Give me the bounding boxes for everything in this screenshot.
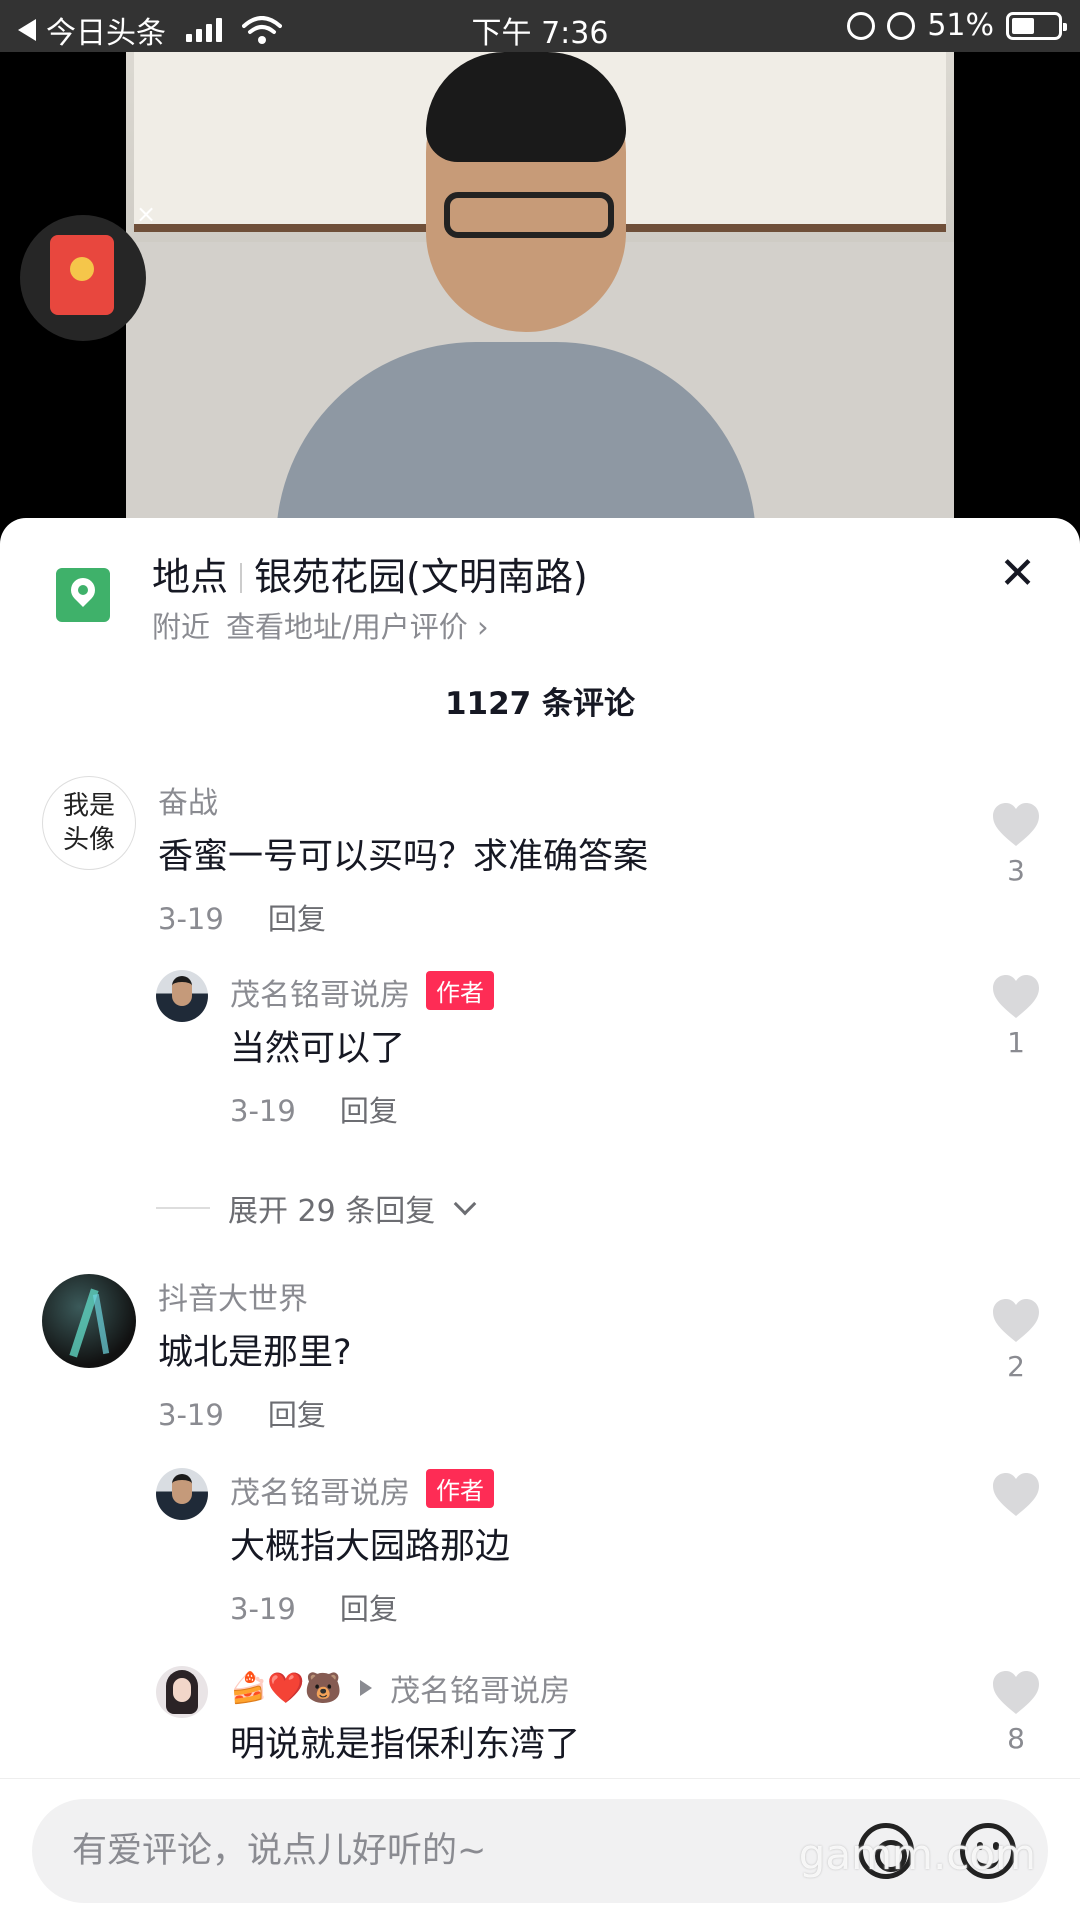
reply-button[interactable]: 回复 xyxy=(268,902,326,936)
like-button[interactable]: 1 xyxy=(986,974,1046,1059)
comment-date: 3-19 xyxy=(230,1094,296,1128)
like-count: 1 xyxy=(1007,1026,1025,1059)
username-text: 茂名铭哥说房 xyxy=(230,1476,410,1511)
video-player[interactable] xyxy=(126,52,954,520)
comment-username[interactable]: 茂名铭哥说房 作者 xyxy=(230,970,494,1014)
avatar[interactable] xyxy=(156,1666,208,1718)
like-button[interactable]: 2 xyxy=(986,1298,1046,1383)
reply-button[interactable]: 回复 xyxy=(340,1094,398,1128)
username-text: 茂名铭哥说房 xyxy=(230,978,410,1013)
comment-date: 3-19 xyxy=(158,902,224,936)
play-triangle-icon xyxy=(360,1680,373,1696)
watermark: gamm.com xyxy=(798,1830,1036,1879)
like-button[interactable]: 3 xyxy=(986,802,1046,887)
battery-icon xyxy=(1006,11,1067,40)
location-header[interactable]: 地点 银苑花园(文明南路) 附近 查看地址/用户评价 › ✕ xyxy=(0,518,1080,648)
comment-date: 3-19 xyxy=(230,1592,296,1626)
reply-button[interactable]: 回复 xyxy=(268,1398,326,1432)
avatar[interactable] xyxy=(42,1274,136,1368)
comment-text: 大概指大园路那边 xyxy=(230,1527,511,1567)
comment-meta: 3-19 回复 xyxy=(158,896,326,938)
presenter-hair-image xyxy=(426,52,626,162)
location-review-link[interactable]: 查看地址/用户评价 › xyxy=(226,610,489,644)
comment-username[interactable]: 抖音大世界 xyxy=(158,1274,308,1318)
location-label: 地点 xyxy=(152,555,229,599)
location-nearby: 附近 xyxy=(152,610,211,644)
like-count: 2 xyxy=(1007,1350,1025,1383)
comment-text: 城北是那里? xyxy=(158,1333,352,1373)
red-packet-close-button[interactable]: × xyxy=(136,200,156,228)
comment-meta: 3-19 回复 xyxy=(158,1392,326,1434)
comment-meta: 3-19 回复 xyxy=(230,1088,398,1130)
heart-icon xyxy=(993,975,1039,1018)
heart-icon xyxy=(993,803,1039,846)
author-badge: 作者 xyxy=(426,971,494,1010)
presenter-glasses-image xyxy=(444,192,614,238)
expand-replies-button[interactable]: 展开 29 条回复 xyxy=(156,1186,477,1230)
author-badge: 作者 xyxy=(426,1469,494,1508)
battery-percent: 51% xyxy=(927,8,994,43)
comment-username[interactable]: 茂名铭哥说房 作者 xyxy=(230,1468,494,1512)
comment-username[interactable]: 🍰❤️🐻 茂名铭哥说房 xyxy=(230,1666,570,1710)
username-emoji: 🍰❤️🐻 xyxy=(230,1670,343,1706)
red-packet-icon xyxy=(50,235,114,315)
comment-meta: 3-19 回复 xyxy=(230,1586,398,1628)
comment-text: 当然可以了 xyxy=(230,1029,406,1069)
comment-date: 3-19 xyxy=(158,1398,224,1432)
close-icon[interactable]: ✕ xyxy=(999,548,1036,599)
chevron-down-icon xyxy=(453,1192,477,1216)
avatar[interactable] xyxy=(156,970,208,1022)
location-name: 银苑花园(文明南路) xyxy=(254,555,588,599)
like-count: 8 xyxy=(1007,1722,1025,1755)
like-count: 3 xyxy=(1007,854,1025,887)
comment-text: 香蜜一号可以买吗？求准确答案 xyxy=(158,837,649,877)
lock-rotation-icon xyxy=(847,11,876,40)
like-button[interactable] xyxy=(986,1472,1046,1518)
location-title: 地点 银苑花园(文明南路) xyxy=(152,546,588,601)
reply-button[interactable]: 回复 xyxy=(340,1592,398,1626)
heart-icon xyxy=(993,1299,1039,1342)
comment-username[interactable]: 奋战 xyxy=(158,778,218,822)
like-button[interactable]: 8 xyxy=(986,1670,1046,1755)
comment-text: 明说就是指保利东湾了 xyxy=(230,1725,581,1765)
location-subtitle: 附近 查看地址/用户评价 › xyxy=(152,604,489,646)
avatar[interactable]: 我是头像 xyxy=(42,776,136,870)
avatar-text: 我是头像 xyxy=(62,791,115,855)
divider xyxy=(156,1207,210,1209)
status-bar: 今日头条 下午 7:36 51% xyxy=(0,0,1080,52)
heart-icon xyxy=(993,1473,1039,1516)
comments-count: 1127 条评论 xyxy=(444,686,636,722)
status-right: 51% xyxy=(847,8,1067,43)
avatar[interactable] xyxy=(156,1468,208,1520)
reply-to-username[interactable]: 茂名铭哥说房 xyxy=(390,1666,570,1710)
location-pin-icon xyxy=(56,568,110,622)
expand-replies-label: 展开 29 条回复 xyxy=(228,1194,436,1229)
alarm-icon xyxy=(887,11,916,40)
comment-sheet: 地点 银苑花园(文明南路) 附近 查看地址/用户评价 › ✕ 1127 条评论 我是… xyxy=(0,518,1080,1920)
red-packet-button[interactable] xyxy=(20,215,146,341)
heart-icon xyxy=(993,1671,1039,1714)
